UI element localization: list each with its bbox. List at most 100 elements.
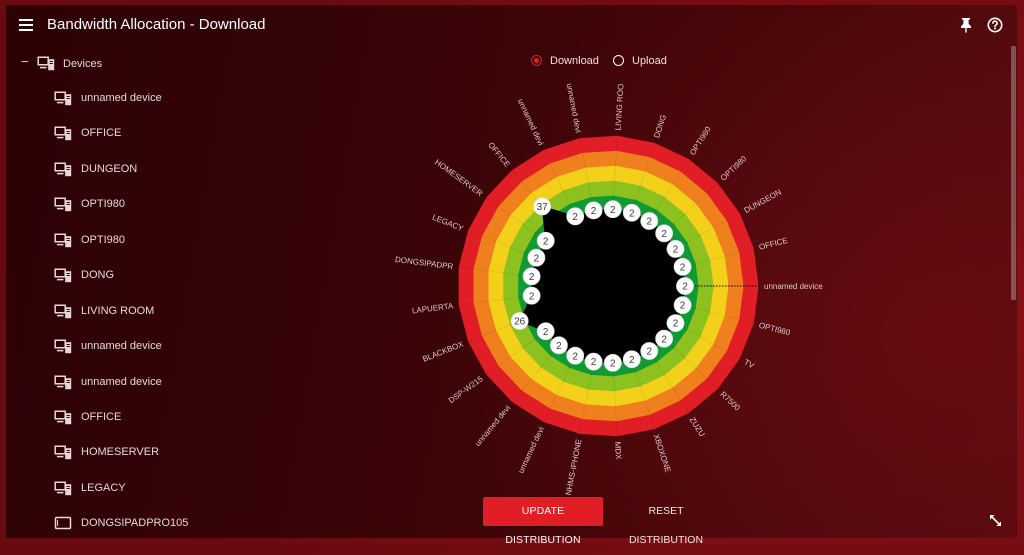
- data-point-value: 2: [591, 357, 597, 368]
- data-point[interactable]: 2: [536, 231, 555, 250]
- data-point[interactable]: 2: [673, 257, 692, 276]
- data-point-value: 2: [543, 236, 549, 247]
- axis-category-label: BLACKBOX: [421, 339, 465, 363]
- devices-collapse-toggle[interactable]: −: [21, 55, 29, 69]
- axis-category-label: DONG: [652, 114, 668, 140]
- data-point-value: 2: [680, 301, 686, 312]
- update-distribution-button[interactable]: UPDATE DISTRIBUTION: [483, 497, 603, 546]
- sidebar-device-item[interactable]: DONGSIPADPRO105: [54, 515, 254, 531]
- desktop-icon: [54, 126, 72, 141]
- data-point[interactable]: 2: [640, 212, 659, 230]
- data-point[interactable]: 26: [510, 312, 529, 330]
- radio-selected-icon: [531, 55, 542, 66]
- data-point[interactable]: 2: [666, 240, 685, 258]
- axis-category-label: R7500: [718, 390, 742, 413]
- axis-category-label: LEGACY: [431, 213, 465, 234]
- desktop-icon: [54, 162, 72, 177]
- sidebar-device-item[interactable]: OPTI980: [54, 232, 254, 248]
- axis-category-label: unnamed devi: [516, 98, 546, 148]
- reset-distribution-button[interactable]: RESET DISTRIBUTION: [611, 497, 721, 546]
- axis-category-label: ZUZU: [688, 415, 707, 438]
- sidebar-device-item[interactable]: OPTI980: [54, 196, 254, 212]
- data-point[interactable]: 2: [527, 248, 546, 267]
- data-point-value: 2: [673, 319, 679, 330]
- axis-category-label: OPTI980: [688, 125, 713, 157]
- axis-category-label: LIVING ROO: [614, 83, 626, 130]
- data-point[interactable]: 2: [566, 207, 585, 226]
- data-point[interactable]: 2: [655, 224, 674, 243]
- axis-category-label: unnamed devi: [565, 83, 583, 134]
- data-point[interactable]: 2: [584, 201, 603, 220]
- help-button[interactable]: [987, 17, 1003, 33]
- axis-category-label: OFFICE: [486, 141, 512, 169]
- data-point[interactable]: 2: [622, 203, 641, 222]
- sidebar-device-item[interactable]: LEGACY: [54, 480, 254, 496]
- axis-category-label: DUNGEON: [743, 187, 783, 215]
- download-radio[interactable]: Download: [531, 55, 601, 69]
- data-point-value: 2: [591, 206, 597, 217]
- data-point-value: 2: [529, 291, 535, 302]
- sidebar-device-label: LEGACY: [81, 482, 126, 494]
- axis-category-label: LAPUERTA: [412, 301, 455, 315]
- sidebar-device-item[interactable]: HOMESERVER: [54, 444, 254, 460]
- sidebar-device-item[interactable]: unnamed device: [54, 90, 254, 106]
- data-point[interactable]: 2: [673, 296, 692, 315]
- data-point[interactable]: 37: [533, 197, 552, 216]
- data-point[interactable]: 2: [522, 267, 541, 286]
- upload-radio[interactable]: Upload: [613, 55, 673, 69]
- axis-category-label: OFFICE: [758, 236, 789, 252]
- data-point[interactable]: 2: [550, 336, 568, 355]
- tablet-icon: [54, 516, 72, 530]
- data-point-value: 2: [682, 282, 688, 293]
- upload-radio-label: Upload: [632, 55, 667, 67]
- data-point[interactable]: 2: [566, 346, 585, 365]
- sidebar-device-label: OFFICE: [81, 127, 122, 139]
- axis-category-label: XBOXONE: [652, 433, 673, 473]
- vertical-scrollbar[interactable]: [1011, 46, 1016, 300]
- sidebar-device-label: DONGSIPADPRO105: [81, 517, 189, 529]
- data-point[interactable]: 2: [603, 200, 622, 219]
- bandwidth-radar-chart: 222222222372222262222 2 22222unnamed devic…: [395, 83, 824, 496]
- data-point[interactable]: 2: [655, 329, 674, 348]
- sidebar-device-item[interactable]: unnamed device: [54, 374, 254, 390]
- devices-root-label[interactable]: Devices: [63, 57, 102, 71]
- data-point[interactable]: 2: [603, 353, 622, 372]
- desktop-icon: [54, 481, 72, 496]
- data-point-value: 26: [514, 317, 526, 328]
- desktop-icon: [54, 304, 72, 319]
- sidebar-device-item[interactable]: LIVING ROOM: [54, 303, 254, 319]
- data-point-value: 2: [529, 272, 535, 283]
- axis-category-label: MDX: [613, 441, 623, 460]
- sidebar-device-label: LIVING ROOM: [81, 305, 155, 317]
- axis-category-label: NHMS-IPHONE: [564, 438, 584, 496]
- data-point-value: 2: [629, 208, 635, 219]
- data-point[interactable]: 2: [622, 350, 641, 369]
- sidebar-device-label: unnamed device: [81, 340, 162, 352]
- pin-button[interactable]: [960, 17, 972, 33]
- resize-handle[interactable]: [989, 514, 1002, 527]
- sidebar-device-label: unnamed device: [81, 376, 162, 388]
- menu-button[interactable]: [19, 19, 33, 31]
- sidebar-device-item[interactable]: OFFICE: [54, 409, 254, 425]
- data-point[interactable]: 2: [522, 286, 541, 305]
- data-point[interactable]: 2: [584, 352, 603, 371]
- axis-category-label: OPTI980: [758, 321, 792, 338]
- data-point-value: 2: [680, 262, 686, 273]
- data-point-value: 2: [646, 217, 652, 228]
- desktop-icon: [54, 445, 72, 460]
- resize-diagonal-icon: [990, 515, 1001, 526]
- desktop-icon: [54, 410, 72, 425]
- sidebar-device-item[interactable]: unnamed device: [54, 338, 254, 354]
- data-point[interactable]: 2: [676, 277, 694, 295]
- data-point-value: 2: [673, 245, 679, 256]
- sidebar-device-item[interactable]: OFFICE: [54, 125, 254, 141]
- data-point-value: 2: [661, 229, 667, 240]
- data-point[interactable]: 2: [536, 322, 555, 341]
- sidebar-device-item[interactable]: DUNGEON: [54, 161, 254, 177]
- sidebar-device-item[interactable]: DONG: [54, 267, 254, 283]
- data-point[interactable]: 2: [666, 314, 685, 332]
- axis-category-label: TV: [742, 357, 756, 370]
- data-point[interactable]: 2: [640, 342, 659, 360]
- axis-category-label: unnamed devi: [516, 425, 546, 475]
- page-title: Bandwidth Allocation - Download: [47, 16, 266, 33]
